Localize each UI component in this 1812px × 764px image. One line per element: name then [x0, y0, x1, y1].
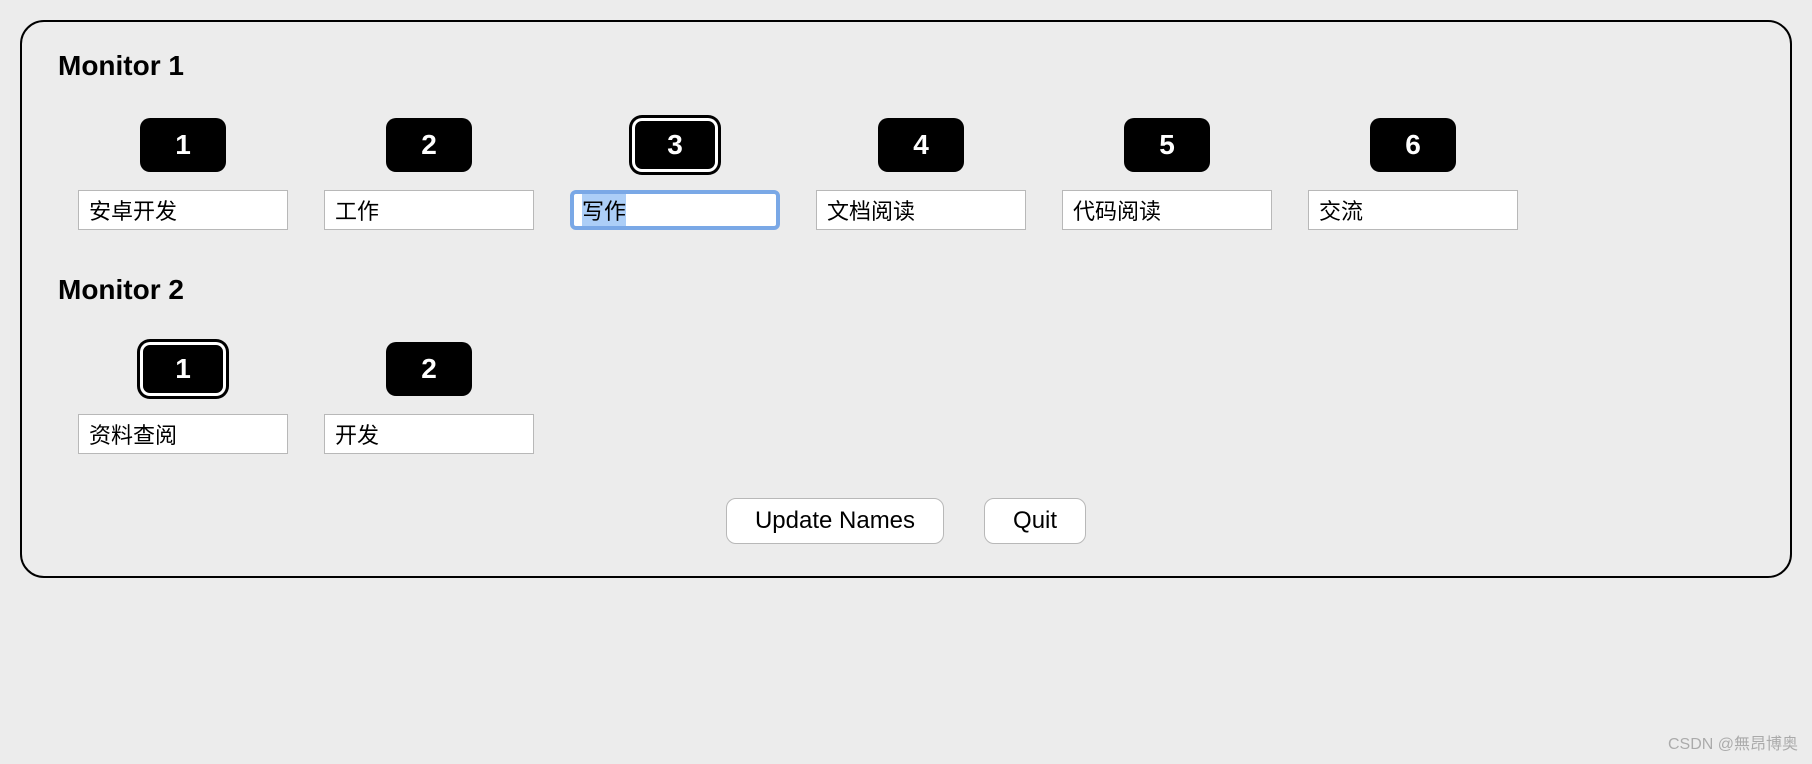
workspace-cell: 3: [570, 118, 780, 230]
space-name-input[interactable]: [324, 190, 534, 230]
space-number-badge[interactable]: 4: [878, 118, 964, 172]
space-number-badge[interactable]: 3: [632, 118, 718, 172]
workspace-cell: 2: [324, 342, 534, 454]
watermark-text: CSDN @無昂博奥: [1668, 730, 1798, 754]
space-number-badge[interactable]: 5: [1124, 118, 1210, 172]
monitor-1-row: 1 2 3 4 5 6: [58, 118, 1754, 230]
update-names-button[interactable]: Update Names: [726, 498, 944, 544]
space-number-badge[interactable]: 2: [386, 342, 472, 396]
workspace-cell: 5: [1062, 118, 1272, 230]
space-name-input[interactable]: [1062, 190, 1272, 230]
settings-panel: Monitor 1 1 2 3 4 5 6 Monitor 2 1: [20, 20, 1792, 578]
workspace-cell: 4: [816, 118, 1026, 230]
workspace-cell: 1: [78, 118, 288, 230]
space-number-badge[interactable]: 1: [140, 342, 226, 396]
space-name-input[interactable]: [324, 414, 534, 454]
space-number-badge[interactable]: 2: [386, 118, 472, 172]
button-row: Update Names Quit: [58, 498, 1754, 544]
monitor-2-heading: Monitor 2: [58, 274, 1754, 306]
quit-button[interactable]: Quit: [984, 498, 1086, 544]
workspace-cell: 6: [1308, 118, 1518, 230]
monitor-2-row: 1 2: [58, 342, 1754, 454]
space-number-badge[interactable]: 6: [1370, 118, 1456, 172]
space-name-input[interactable]: [1308, 190, 1518, 230]
space-name-input[interactable]: [78, 190, 288, 230]
workspace-cell: 2: [324, 118, 534, 230]
space-name-input[interactable]: [570, 190, 780, 230]
space-number-badge[interactable]: 1: [140, 118, 226, 172]
space-name-input[interactable]: [78, 414, 288, 454]
monitor-1-heading: Monitor 1: [58, 50, 1754, 82]
space-name-input[interactable]: [816, 190, 1026, 230]
workspace-cell: 1: [78, 342, 288, 454]
